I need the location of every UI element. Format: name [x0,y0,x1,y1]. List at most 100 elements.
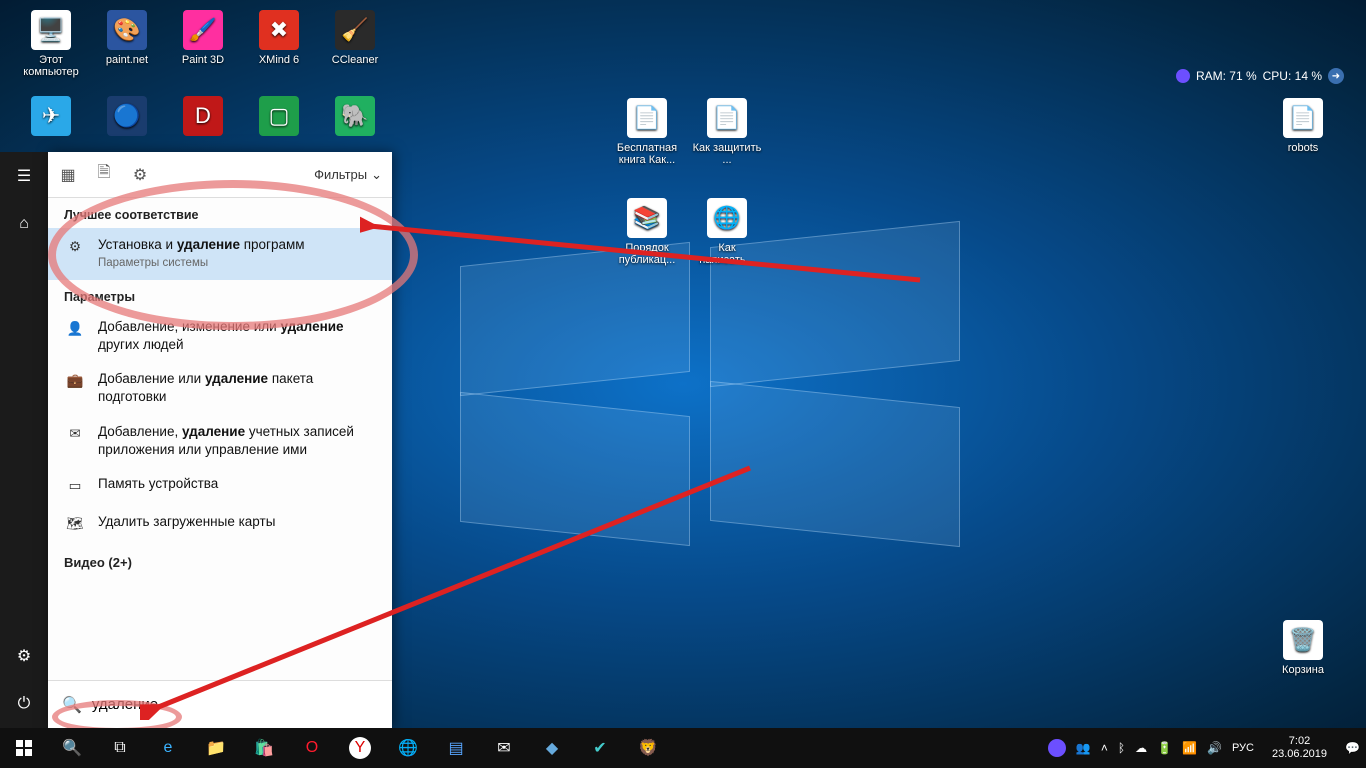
best-match-header: Лучшее соответствие [48,198,392,228]
edge-taskbar-icon[interactable]: e [144,728,192,768]
ram-label: RAM: 71 % [1196,69,1257,83]
tray-bluetooth-icon[interactable]: ᛒ [1118,741,1125,755]
language-indicator[interactable]: РУС [1232,742,1254,754]
app-taskbar-icon-4[interactable]: 🦁 [624,728,672,768]
result-install-remove-programs[interactable]: ⚙ Установка и удаление программ Параметр… [48,228,392,280]
result-item[interactable]: 🗺 Удалить загруженные карты [48,505,392,543]
clock-date: 23.06.2019 [1272,748,1327,761]
desktop-icon[interactable]: ✖ XMind 6 [242,10,316,66]
app-taskbar-icon-3[interactable]: ✔ [576,728,624,768]
notifications-icon[interactable]: 💬 [1345,741,1360,755]
desktop-icon[interactable]: 📄Бесплатная книга Как... [610,98,684,166]
result-text: Удалить загруженные карты [98,513,275,531]
tray-overflow-icon[interactable]: ˄ [1101,741,1108,755]
wallpaper-windows-logo [460,234,960,534]
result-icon: 💼 [64,370,86,392]
desktop-icon-image: 🖥️ [31,10,71,50]
desktop-icon-label: Порядок публикац... [610,242,684,266]
tray-wifi-icon[interactable]: 📶 [1182,741,1197,755]
task-view-button[interactable]: ⧉ [96,728,144,768]
search-input[interactable] [92,696,378,713]
desktop-icon-label: paint.net [90,54,164,66]
gadget-expand-icon[interactable]: ➜ [1328,68,1344,84]
desktop-icon-label: robots [1266,142,1340,154]
desktop-icon-image: 📄 [627,98,667,138]
search-taskbar-button[interactable]: 🔍 [48,728,96,768]
tray-onedrive-icon[interactable]: ☁ [1135,741,1147,755]
home-button[interactable]: ⌂ [0,200,48,248]
result-icon: 👤 [64,318,86,340]
desktop-icon[interactable]: 🔵 [90,96,164,140]
desktop-icon[interactable]: 🖥️Этот компьютер [14,10,88,78]
search-icon: 🔍 [62,695,82,715]
desktop-icon[interactable]: 📄 Как защитить ... [690,98,764,166]
desktop-icon-label: Корзина [1266,664,1340,676]
store-taskbar-icon[interactable]: 🛍️ [240,728,288,768]
search-panel-header: ▦ 🗎 ⚙ Фильтры ⌄ [48,152,392,198]
result-icon: ▭ [64,475,86,497]
power-button[interactable]: ⏻ [0,680,48,728]
desktop-icon[interactable]: 🌐Как написать... [690,198,764,266]
tray-volume-icon[interactable]: 🔊 [1207,741,1222,755]
app-taskbar-icon-1[interactable]: ▤ [432,728,480,768]
documents-filter-icon[interactable]: 🗎 [94,165,114,185]
desktop-icon[interactable]: D [166,96,240,140]
result-item[interactable]: ✉Добавление, удаление учетных записей пр… [48,415,392,467]
tray-battery-icon[interactable]: 🔋 [1157,741,1172,755]
tray-people-icon[interactable]: 👥 [1076,741,1091,755]
desktop: 🖥️Этот компьютер 🎨 paint.net 🖌️ Paint 3D ✖ XMi… [0,0,1366,768]
mail-taskbar-icon[interactable]: ✉ [480,728,528,768]
settings-filter-icon[interactable]: ⚙ [130,165,150,185]
videos-section[interactable]: Видео (2+) [48,543,392,582]
desktop-icon-label: Paint 3D [166,54,240,66]
taskbar-clock[interactable]: 7:02 23.06.2019 [1264,735,1335,760]
desktop-icon-image: 📚 [627,198,667,238]
desktop-icon-image: ✈ [31,96,71,136]
opera-taskbar-icon[interactable]: O [288,728,336,768]
yandex-taskbar-icon[interactable]: Y [349,737,371,759]
desktop-icon[interactable]: 📚 Порядок публикац... [610,198,684,266]
desktop-icon[interactable]: 📄 robots [1266,98,1340,154]
tray-app-icon[interactable] [1048,739,1066,757]
filters-dropdown[interactable]: Фильтры ⌄ [314,167,382,183]
taskbar: 🔍 ⧉ e 📁 🛍️ O Y 🌐 ▤ ✉ ◆ ✔ 🦁 👥 ˄ ᛒ ☁ 🔋 📶 🔊… [0,728,1366,768]
desktop-icon-label: XMind 6 [242,54,316,66]
result-item[interactable]: 👤Добавление, изменение или удаление друг… [48,310,392,362]
search-results-body: Лучшее соответствие ⚙ Установка и удален… [48,198,392,680]
desktop-icon-label: Как написать... [690,242,764,266]
result-item[interactable]: ▭Память устройства [48,467,392,505]
filters-label: Фильтры [314,167,367,182]
desktop-icon-label: CCleaner [318,54,392,66]
apps-filter-icon[interactable]: ▦ [58,165,78,185]
search-input-row: 🔍 [48,680,392,728]
start-sidebar: ☰ ⌂ ⚙ ⏻ [0,152,48,728]
result-item[interactable]: 💼 Добавление или удаление пакета подготов… [48,362,392,414]
desktop-icon[interactable]: 🧹 CCleaner [318,10,392,66]
desktop-icon-image: ▢ [259,96,299,136]
desktop-icon-label: Как защитить ... [690,142,764,166]
result-text: Добавление или удаление пакета подготовк… [98,370,376,406]
desktop-icon-image: 🗑️ [1283,620,1323,660]
desktop-icon-image: 🎨 [107,10,147,50]
desktop-icon[interactable]: 🖌️ Paint 3D [166,10,240,66]
start-button[interactable] [0,728,48,768]
system-monitor-gadget[interactable]: RAM: 71 % CPU: 14 % ➜ [1176,68,1344,84]
desktop-icon[interactable]: 🗑️ Корзина [1266,620,1340,676]
chrome-taskbar-icon[interactable]: 🌐 [384,728,432,768]
desktop-icon[interactable]: 🎨 paint.net [90,10,164,66]
desktop-icon-image: 🐘 [335,96,375,136]
menu-expand-button[interactable]: ☰ [0,152,48,200]
desktop-icon[interactable]: ▢ [242,96,316,140]
desktop-icon-image: ✖ [259,10,299,50]
desktop-icon-image: 📄 [707,98,747,138]
settings-button[interactable]: ⚙ [0,632,48,680]
desktop-icon[interactable]: ✈ [14,96,88,140]
chevron-down-icon: ⌄ [371,167,382,183]
desktop-icon-image: 🖌️ [183,10,223,50]
desktop-icon-image: 🧹 [335,10,375,50]
result-icon: 🗺 [64,513,86,535]
app-taskbar-icon-2[interactable]: ◆ [528,728,576,768]
desktop-icon[interactable]: 🐘 [318,96,392,140]
desktop-icon-image: 📄 [1283,98,1323,138]
explorer-taskbar-icon[interactable]: 📁 [192,728,240,768]
